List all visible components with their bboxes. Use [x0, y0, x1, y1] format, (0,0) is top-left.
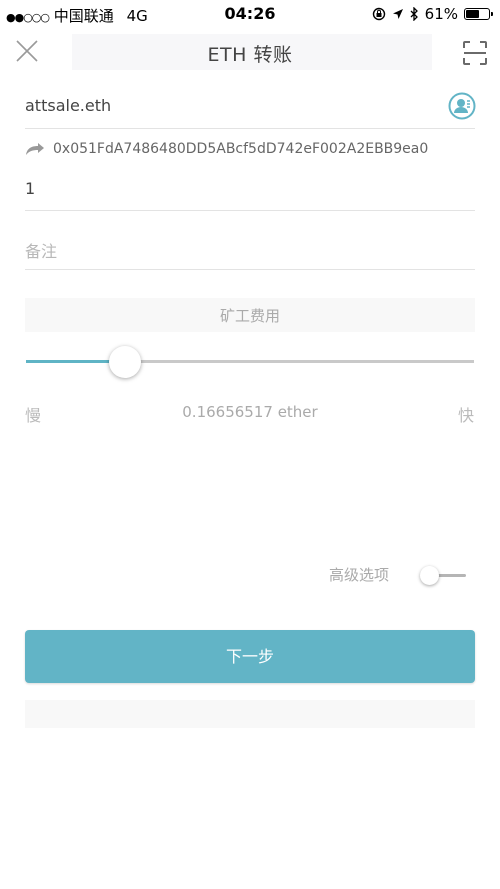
gas-slider-thumb[interactable]: [108, 346, 141, 378]
battery-fill: [466, 10, 479, 18]
status-right: 61%: [372, 5, 493, 23]
contact-icon[interactable]: [448, 92, 476, 120]
note-underline: [25, 269, 475, 270]
recipient-input[interactable]: attsale.eth: [25, 96, 111, 115]
battery-icon: [464, 8, 493, 20]
fast-label: 快: [458, 406, 475, 425]
close-icon[interactable]: [12, 36, 42, 66]
gas-fee-label: 矿工费用: [219, 307, 280, 325]
recipient-underline: [25, 128, 475, 129]
arrow-forward-icon: [26, 143, 44, 155]
status-bar: ●●○○○ 中国联通 4G 04:26 61%: [0, 0, 500, 28]
amount-underline: [25, 210, 475, 211]
gas-fee-value: 0.16656517 ether: [182, 403, 318, 421]
note-input[interactable]: 备注: [25, 238, 57, 262]
advanced-options-label: 高级选项: [329, 566, 390, 584]
rotation-lock-icon: [372, 7, 385, 21]
next-step-button[interactable]: 下一步: [25, 630, 475, 683]
resolved-address: 0x051FdA7486480DD5ABcf5dD742eF002A2EBB9e…: [53, 141, 429, 157]
bluetooth-icon: [410, 7, 418, 21]
page-title: ETH 转账: [207, 44, 293, 66]
nav-bar: ETH 转账: [0, 28, 500, 76]
location-icon: [392, 9, 403, 19]
scan-icon[interactable]: [460, 38, 490, 68]
advanced-toggle-knob[interactable]: [420, 566, 439, 585]
resolved-address-row: 0x051FdA7486480DD5ABcf5dD742eF002A2EBB9e…: [25, 141, 428, 157]
amount-input[interactable]: 1: [25, 179, 35, 198]
button-shadow-area: [25, 700, 475, 728]
battery-percent: 61%: [424, 5, 458, 23]
